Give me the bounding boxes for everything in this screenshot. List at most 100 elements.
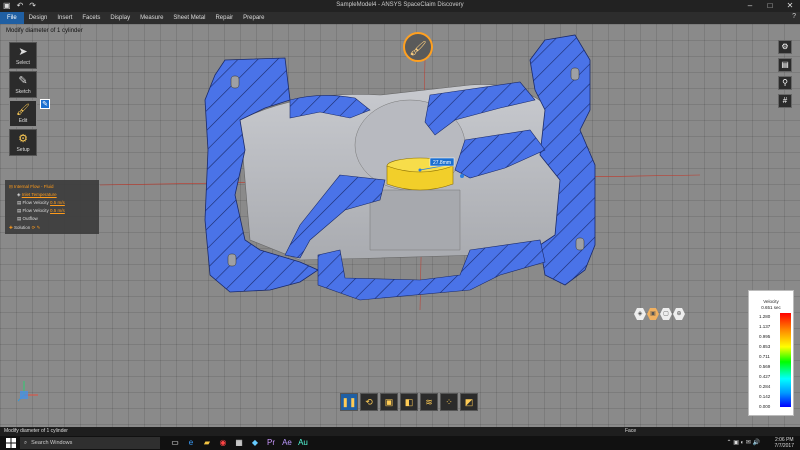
setup-icon: ⚙ [18, 133, 28, 145]
menu-repair[interactable]: Repair [210, 12, 238, 24]
window-controls: – □ ✕ [740, 0, 800, 12]
gear-icon[interactable]: ⚙ [778, 40, 792, 54]
tree-solution[interactable]: ✚ Solution ⟳ ✎ [9, 225, 40, 231]
audition-icon[interactable]: Au [298, 438, 308, 448]
status-message: Modify diameter of 1 cylinder [4, 428, 68, 434]
hex-zoom-icon[interactable]: ⊕ [673, 308, 685, 320]
hex-home-icon[interactable]: ◈ [634, 308, 646, 320]
tree-item[interactable]: ▤ Outflow [17, 216, 38, 222]
plane-icon[interactable]: ◩ [460, 393, 478, 411]
layers-icon[interactable]: ▤ [778, 58, 792, 72]
bolt-hole [227, 253, 237, 267]
edit-option-icon[interactable]: ✎ [40, 99, 50, 109]
premiere-icon[interactable]: Pr [266, 438, 276, 448]
bottom-toolbar: ❚❚ ⟲ ▣ ◧ ≋ ⁘ ◩ [340, 393, 478, 411]
right-toolbar: ⚙ ▤ ⚲ # [778, 40, 792, 108]
legend-tick: 0.284 [759, 384, 771, 389]
search-placeholder: Search Windows [31, 440, 73, 446]
selection-mode[interactable]: Face [625, 428, 636, 434]
menu-sheet-metal[interactable]: Sheet Metal [168, 12, 210, 24]
menu-measure[interactable]: Measure [135, 12, 168, 24]
tree-item[interactable]: ◈ Inlet Temperature [17, 192, 57, 198]
streamlines-icon[interactable]: ≋ [420, 393, 438, 411]
hex-iso-icon[interactable]: ▣ [647, 308, 659, 320]
status-bar: Modify diameter of 1 cylinder Face [0, 427, 800, 436]
menu-bar: File Design Insert Facets Display Measur… [0, 12, 800, 24]
sketch-tool-button[interactable]: ✎ Sketch [9, 71, 37, 98]
explorer-icon[interactable]: ▰ [202, 438, 212, 448]
pencil-icon: ✎ [18, 75, 28, 87]
pause-icon[interactable]: ❚❚ [340, 393, 358, 411]
legend-title: Velocity [763, 299, 779, 304]
menu-file[interactable]: File [0, 12, 24, 24]
legend-time: 0.651 sec [761, 305, 781, 310]
aftereffects-icon[interactable]: Ae [282, 438, 292, 448]
maximize-button[interactable]: □ [760, 0, 780, 12]
taskbar-search[interactable]: ⌕ Search Windows [20, 437, 160, 449]
axes-triad [17, 381, 38, 402]
system-tray[interactable]: ⌃ ▣ ◐ ✉ 🔊 [727, 439, 761, 446]
handle [418, 168, 422, 172]
minimize-button[interactable]: – [740, 0, 760, 12]
rotate-icon[interactable]: ⟲ [360, 393, 378, 411]
menu-facets[interactable]: Facets [77, 12, 105, 24]
tree-root[interactable]: ⊟ Internal Flow - Fluid [9, 184, 54, 190]
spaceclaim-icon[interactable]: ◆ [250, 438, 260, 448]
cursor-icon: ➤ [18, 46, 28, 58]
select-tool-label: Select [16, 60, 30, 66]
window-title: SampleModel4 - ANSYS SpaceClaim Discover… [336, 2, 464, 8]
legend-tick: 0.853 [759, 344, 771, 349]
3d-viewport[interactable]: 27.8mm Modify diameter of 1 cylinder ➤ S… [0, 24, 800, 427]
edit-tool-button[interactable]: 🖌 Edit [9, 100, 37, 127]
store-icon[interactable]: ▦ [234, 438, 244, 448]
taskbar-clock[interactable]: 2:06 PM 7/7/2017 [775, 437, 794, 449]
particles-icon[interactable]: ⁘ [440, 393, 458, 411]
bolt-hole [570, 67, 580, 81]
setup-tool-label: Setup [16, 147, 30, 153]
box-icon[interactable]: ◧ [400, 393, 418, 411]
task-view-icon[interactable]: ▭ [170, 438, 180, 448]
menu-prepare[interactable]: Prepare [238, 12, 269, 24]
menu-insert[interactable]: Insert [52, 12, 77, 24]
legend-tick: 0.142 [759, 394, 771, 399]
search-icon: ⌕ [24, 440, 28, 446]
edge-icon[interactable]: e [186, 438, 196, 448]
title-bar: ▣ ↶ ↷ SampleModel4 - ANSYS SpaceClaim Di… [0, 0, 800, 12]
grid-icon[interactable]: # [778, 94, 792, 108]
bolt-hole [575, 237, 585, 251]
select-tool-button[interactable]: ➤ Select [9, 42, 37, 69]
cube-icon[interactable]: ▣ [380, 393, 398, 411]
sketch-tool-label: Sketch [15, 89, 31, 95]
velocity-legend: Velocity 0.651 sec 1.280 1.137 0.995 0.8… [748, 290, 794, 416]
lower-bore [369, 189, 461, 251]
edit-tool-label: Edit [18, 118, 28, 124]
menu-design[interactable]: Design [24, 12, 53, 24]
view-hex-controls: ◈ ▣ ▢ ⊕ [634, 308, 685, 320]
chrome-icon[interactable]: ◉ [218, 438, 228, 448]
probe-icon[interactable]: ⚲ [778, 76, 792, 90]
legend-tick: 0.427 [759, 374, 771, 379]
bolt-hole [230, 75, 240, 89]
legend-tick: 0.995 [759, 334, 771, 339]
setup-tool-button[interactable]: ⚙ Setup [9, 129, 37, 156]
legend-tick: 0.569 [759, 364, 771, 369]
brush-icon: 🖌 [16, 104, 30, 116]
menu-display[interactable]: Display [105, 12, 135, 24]
hex-front-icon[interactable]: ▢ [660, 308, 672, 320]
taskbar-apps: ▭ e ▰ ◉ ▦ ◆ Pr Ae Au [170, 438, 308, 448]
windows-taskbar: ⌕ Search Windows ▭ e ▰ ◉ ▦ ◆ Pr Ae Au ⌃ ▣… [0, 436, 800, 450]
close-button[interactable]: ✕ [780, 0, 800, 12]
dimension-label: 27.8mm [433, 160, 451, 166]
clock-date: 7/7/2017 [774, 443, 794, 449]
legend-tick: 0.000 [759, 404, 771, 409]
legend-tick: 1.137 [759, 324, 771, 329]
paint-brush-icon[interactable]: 🖌 [403, 32, 433, 62]
tree-item[interactable]: ▤ Flow Velocity 0.5 m/s [17, 200, 65, 206]
tool-hint: Modify diameter of 1 cylinder [6, 28, 83, 34]
windows-start-icon[interactable] [6, 438, 16, 448]
help-icon[interactable]: ? [792, 13, 796, 20]
legend-tick: 0.711 [759, 354, 770, 359]
tree-item[interactable]: ▤ Flow Velocity 0.5 m/s [17, 208, 65, 214]
valve-model[interactable]: 27.8mm [0, 24, 800, 427]
legend-tick: 1.280 [759, 314, 771, 319]
